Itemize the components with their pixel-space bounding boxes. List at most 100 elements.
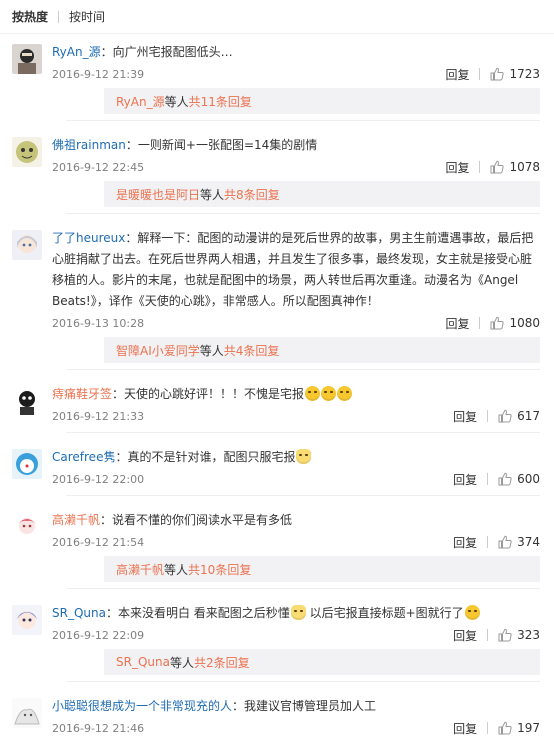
comment-username[interactable]: SR_Quna	[52, 606, 106, 620]
sub-etc-label: 等人	[169, 655, 194, 670]
comment-meta: 2016-9-12 21:33 回复 617	[52, 406, 554, 426]
comment-body: ：我建议官博管理员加人工	[232, 699, 377, 713]
sub-reply-count-link[interactable]: 共8条回复	[224, 186, 280, 203]
like-button[interactable]: 197	[498, 721, 540, 735]
avatar[interactable]	[12, 137, 42, 167]
sub-reply-count-link[interactable]: 共2条回复	[194, 654, 250, 671]
sub-reply-count-link[interactable]: 共11条回复	[189, 93, 252, 110]
like-button[interactable]: 323	[498, 628, 540, 642]
sub-total-suffix: 条回复	[215, 562, 252, 577]
comment-actions: 回复 197	[453, 720, 540, 737]
sub-reply-user[interactable]: 智障AI小爱同学	[116, 342, 200, 359]
comment-username[interactable]: 了了heureux	[52, 231, 125, 245]
emoji-icon	[296, 449, 312, 464]
reply-button[interactable]: 回复	[445, 66, 469, 83]
avatar[interactable]	[12, 230, 42, 260]
comment-text-block: 佛祖rainman：一则新闻+一张配图=14集的剧情	[52, 135, 554, 156]
comment-meta: 2016-9-12 21:54 回复 374	[52, 532, 554, 552]
sub-etc-label: 等人	[200, 187, 225, 202]
like-button[interactable]: 617	[498, 409, 540, 423]
avatar[interactable]	[12, 698, 42, 728]
comment-date: 2016-9-12 21:39	[52, 67, 145, 81]
comment-item: 高濑千帆：说看不懂的你们阅读水平是有多低 2016-9-12 21:54 回复 …	[0, 502, 554, 595]
reply-button[interactable]: 回复	[453, 720, 477, 737]
action-divider	[479, 68, 481, 80]
action-divider	[479, 317, 481, 329]
tab-by-popularity[interactable]: 按热度	[12, 8, 48, 25]
comment-meta: 2016-9-12 22:45 回复 1078	[52, 157, 554, 177]
thumbs-up-icon	[498, 472, 512, 486]
reply-button[interactable]: 回复	[453, 534, 477, 551]
sub-replies-summary[interactable]: 是暖暖也是阿日 等人 共8条回复	[104, 181, 540, 207]
comment-body: ：真的不是针对谁，配图只服宅报	[115, 450, 296, 464]
comment-item: Carefree隽：真的不是针对谁，配图只服宅报 2016-9-12 22:00…	[0, 439, 554, 502]
like-button[interactable]: 374	[498, 535, 540, 549]
sub-total-prefix: 共	[188, 94, 201, 109]
like-button[interactable]: 1723	[490, 67, 540, 81]
avatar[interactable]	[12, 386, 42, 416]
like-button[interactable]: 1080	[490, 316, 540, 330]
action-divider	[487, 410, 489, 422]
sub-reply-count: 2	[206, 655, 214, 670]
sub-reply-user[interactable]: RyAn_源	[116, 93, 165, 110]
comment-meta: 2016-9-13 10:28 回复 1080	[52, 313, 554, 333]
sub-replies-summary[interactable]: 高濑千帆 等人 共10条回复	[104, 556, 540, 582]
like-button[interactable]: 1078	[490, 160, 540, 174]
reply-button[interactable]: 回复	[453, 408, 477, 425]
sub-reply-count: 11	[200, 94, 216, 109]
sub-reply-count: 8	[236, 187, 244, 202]
thumbs-up-icon	[490, 316, 505, 330]
comment-meta: 2016-9-12 21:46 回复 197	[52, 718, 554, 738]
reply-button[interactable]: 回复	[453, 627, 477, 644]
comment-username[interactable]: 佛祖rainman	[52, 138, 126, 152]
thumbs-up-icon	[498, 535, 512, 549]
comment-meta: 2016-9-12 22:00 回复 600	[52, 469, 554, 489]
emoji-icon	[337, 386, 353, 401]
sub-total-prefix: 共	[223, 343, 236, 358]
avatar[interactable]	[12, 44, 42, 74]
sub-reply-user[interactable]: 高濑千帆	[116, 561, 164, 578]
avatar[interactable]	[12, 449, 42, 479]
sort-tabs: 按热度 按时间	[0, 0, 554, 34]
sub-reply-count: 10	[200, 562, 216, 577]
comment-actions: 回复 1080	[445, 315, 540, 332]
comment-item: SR_Quna：本来没看明白 看来配图之后秒懂 以后宅报直接标题+图就行了 20…	[0, 595, 554, 688]
emoji-icon	[464, 605, 480, 620]
thumbs-up-icon	[498, 409, 512, 423]
comment-body: ：说看不懂的你们阅读水平是有多低	[100, 513, 293, 527]
avatar[interactable]	[12, 512, 42, 542]
sub-reply-count-link[interactable]: 共10条回复	[188, 561, 251, 578]
avatar[interactable]	[12, 605, 42, 635]
comment-item: RyAn_源：向广州宅报配图低头… 2016-9-12 21:39 回复 172…	[0, 34, 554, 127]
comment-username[interactable]: 高濑千帆	[52, 513, 100, 527]
sub-reply-user[interactable]: 是暖暖也是阿日	[116, 186, 200, 203]
sub-replies-summary[interactable]: RyAn_源 等人 共11条回复	[104, 88, 540, 114]
tab-by-time[interactable]: 按时间	[69, 8, 105, 25]
comment-body: ：一则新闻+一张配图=14集的剧情	[125, 138, 318, 152]
sub-reply-user[interactable]: SR_Quna	[116, 655, 170, 669]
comment-actions: 回复 323	[453, 627, 540, 644]
reply-button[interactable]: 回复	[445, 159, 469, 176]
reply-button[interactable]: 回复	[453, 471, 477, 488]
comment-text-block: 痔痛鞋牙签：天使的心跳好评！！！不愧是宅报	[52, 384, 554, 405]
comment-text-block: RyAn_源：向广州宅报配图低头…	[52, 42, 554, 63]
sub-replies-summary[interactable]: SR_Quna 等人 共2条回复	[104, 649, 540, 675]
comment-username[interactable]: RyAn_源	[52, 45, 101, 59]
comment-meta: 2016-9-12 21:39 回复 1723	[52, 64, 554, 84]
thumbs-up-icon	[490, 67, 505, 81]
like-count: 374	[517, 535, 540, 549]
reply-button[interactable]: 回复	[445, 315, 469, 332]
comment-actions: 回复 600	[453, 471, 540, 488]
sub-total-suffix: 条回复	[243, 187, 280, 202]
sub-replies-summary[interactable]: 智障AI小爱同学 等人 共4条回复	[104, 337, 540, 363]
comment-item: 痔痛鞋牙签：天使的心跳好评！！！不愧是宅报 2016-9-12 21:33 回复…	[0, 376, 554, 439]
comment-text-block: SR_Quna：本来没看明白 看来配图之后秒懂 以后宅报直接标题+图就行了	[52, 603, 554, 624]
sub-etc-label: 等人	[199, 343, 224, 358]
comment-username[interactable]: 小聪聪很想成为一个非常现充的人	[52, 699, 232, 713]
comment-text-block: 了了heureux：解释一下：配图的动漫讲的是死后世界的故事，男主生前遭遇事故，…	[52, 228, 554, 312]
like-count: 1078	[509, 160, 540, 174]
sub-reply-count-link[interactable]: 共4条回复	[224, 342, 280, 359]
comment-username[interactable]: Carefree隽	[52, 450, 115, 464]
like-button[interactable]: 600	[498, 472, 540, 486]
comment-username[interactable]: 痔痛鞋牙签	[52, 387, 112, 401]
